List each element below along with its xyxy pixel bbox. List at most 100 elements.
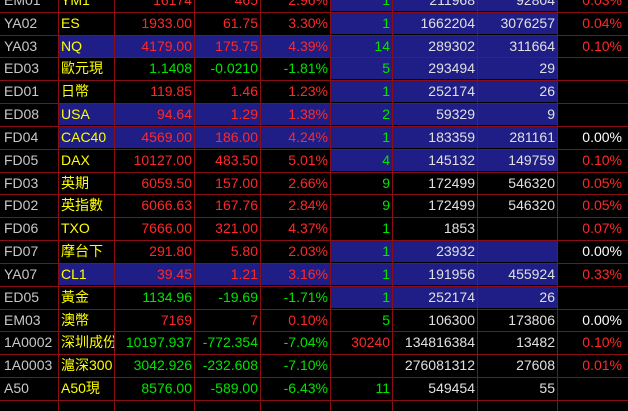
symbol-name-cell: 歐元現	[61, 60, 103, 77]
total-volume-cell: 183359	[392, 125, 477, 148]
quote-row[interactable]: FD07 摩台下 291.80 5.80 2.03% 1 23932 0.00%	[0, 240, 628, 263]
quote-row[interactable]: EM01 YM1 16174 465 2.96% 1 211968 92804 0.03%	[0, 0, 628, 11]
grid-line-vertical	[330, 0, 331, 411]
open-interest-cell	[477, 217, 557, 239]
total-volume-cell: 134816384	[404, 334, 475, 351]
change-cell: 321.00	[215, 220, 258, 237]
grid-line-vertical	[194, 0, 195, 411]
price-cell: 7666.00	[141, 220, 192, 237]
open-interest-cell: 27608	[516, 357, 555, 374]
percent-change-cell: 2.66%	[288, 174, 328, 191]
volume-cell: 14	[330, 34, 392, 57]
grid-line-horizontal	[0, 262, 628, 264]
symbol-code-cell: YA02	[4, 14, 38, 31]
quote-row[interactable]: YA03 NQ 4179.00 175.75 4.39% 14 289302 311664 0.…	[0, 34, 628, 57]
change-cell: 483.50	[215, 151, 258, 168]
quote-board: EM01 YM1 16174 465 2.96% 1 211968 92804 0.03% YA0…	[0, 0, 628, 411]
total-volume-cell: 252174	[392, 285, 477, 308]
premium-cell: 0.04%	[582, 14, 622, 31]
symbol-code-cell: FD03	[4, 174, 39, 191]
total-volume-cell: 172499	[428, 197, 475, 214]
quote-row[interactable]: ED01 日幣 119.85 1.46 1.23% 1 252174 26	[0, 80, 628, 103]
change-cell: 1.29	[194, 103, 260, 126]
total-volume-cell: 23932	[392, 240, 477, 263]
symbol-code-cell: EM03	[4, 311, 41, 328]
open-interest-cell: 546320	[508, 174, 555, 191]
quote-row[interactable]: YA02 ES 1933.00 61.75 3.30% 1 1662204 3076257 0.…	[0, 11, 628, 34]
price-cell: 39.45	[114, 262, 194, 285]
symbol-name-cell: DAX	[61, 151, 90, 168]
symbol-name-cell: 英期	[61, 174, 89, 191]
symbol-code-cell: FD07	[4, 243, 39, 260]
quote-row[interactable]: FD02 英指數 6066.63 167.76 2.84% 9 172499 546320 0.…	[0, 194, 628, 216]
symbol-name-cell: USA	[58, 103, 114, 126]
change-cell: -589.00	[210, 380, 258, 397]
percent-change-cell: 3.16%	[260, 262, 330, 285]
quote-row[interactable]: EM03 澳幣 7169 7 0.10% 5 106300 173806 0.00%	[0, 309, 628, 331]
quote-row[interactable]: ED08 USA 94.64 1.29 1.38% 2 59329 9	[0, 103, 628, 126]
symbol-code-cell: 1A0002	[4, 334, 53, 351]
volume-cell: 9	[382, 197, 390, 214]
percent-change-cell: 2.03%	[288, 243, 328, 260]
change-cell: -19.69	[218, 288, 258, 305]
symbol-name-cell: 澳幣	[61, 311, 89, 328]
volume-cell	[330, 354, 392, 376]
grid-line-vertical	[392, 0, 393, 411]
grid-line-horizontal	[0, 171, 628, 173]
price-cell: 8576.00	[141, 380, 192, 397]
symbol-name-cell: 摩台下	[61, 243, 103, 260]
volume-cell: 2	[330, 103, 392, 126]
quote-row[interactable]: FD03 英期 6059.50 157.00 2.66% 9 172499 546320 0.0…	[0, 172, 628, 194]
premium-cell: 0.00%	[582, 311, 622, 328]
open-interest-cell: 55	[539, 380, 555, 397]
percent-change-cell: -6.43%	[283, 380, 328, 397]
percent-change-cell: 1.23%	[288, 83, 328, 100]
price-cell: 1933.00	[141, 14, 192, 31]
quote-row[interactable]: FD06 TXO 7666.00 321.00 4.37% 1 1853 0.07%	[0, 217, 628, 239]
quote-row[interactable]: 1A0002 深圳成份 10197.937 -772.354 -7.04% 30240 13…	[0, 331, 628, 353]
premium-cell: 0.05%	[582, 174, 622, 191]
change-cell: 61.75	[222, 14, 258, 31]
grid-line-horizontal	[0, 194, 628, 196]
change-cell: 175.75	[194, 34, 260, 57]
price-cell: 291.80	[149, 243, 192, 260]
quote-row[interactable]: A50 A50現 8576.00 -589.00 -6.43% 11 549454 55	[0, 377, 628, 399]
change-cell: 1.46	[230, 83, 258, 100]
volume-cell: 1	[330, 285, 392, 308]
volume-cell: 9	[382, 174, 390, 191]
percent-change-cell: -7.04%	[283, 334, 328, 351]
grid-line-horizontal	[0, 57, 628, 59]
total-volume-cell: 172499	[428, 174, 475, 191]
quote-row[interactable]: ED05 黃金 1134.96 -19.69 -1.71% 1 252174 26	[0, 285, 628, 308]
price-cell: 1134.96	[142, 288, 192, 305]
open-interest-cell: 455924	[477, 262, 557, 285]
grid-line-horizontal	[0, 285, 628, 287]
price-cell: 3042.926	[133, 357, 192, 374]
premium-cell	[557, 377, 628, 399]
premium-cell: 0.10%	[582, 151, 622, 168]
quote-row[interactable]: ED03 歐元現 1.1408 -0.0210 -1.81% 5 293494 29	[0, 57, 628, 80]
percent-change-cell: 3.30%	[288, 14, 328, 31]
open-interest-cell: 149759	[477, 148, 557, 171]
open-interest-cell: 173806	[508, 311, 555, 328]
price-cell: 1.1408	[149, 60, 192, 77]
symbol-code-cell: ED05	[4, 288, 40, 305]
premium-cell: 0.05%	[582, 197, 622, 214]
total-volume-cell: 252174	[392, 80, 477, 103]
quote-row[interactable]: 1A0003 滬深300 3042.926 -232.608 -7.10% 2760813…	[0, 354, 628, 376]
quote-row[interactable]: FD05 DAX 10127.00 483.50 5.01% 4 145132 149759 0…	[0, 148, 628, 171]
symbol-name-cell: 英指數	[61, 197, 103, 214]
symbol-code-cell: FD02	[4, 197, 39, 214]
total-volume-cell: 145132	[392, 148, 477, 171]
open-interest-cell: 9	[477, 103, 557, 126]
grid-line-horizontal	[0, 217, 628, 219]
symbol-name-cell: 滬深300	[61, 357, 113, 374]
quote-row[interactable]: FD04 CAC40 4569.00 186.00 4.24% 1 183359 281161…	[0, 125, 628, 148]
price-cell: 6066.63	[141, 197, 192, 214]
grid-line-horizontal	[0, 125, 628, 127]
volume-cell: 4	[330, 148, 392, 171]
symbol-code-cell: FD04	[4, 128, 39, 145]
grid-line-horizontal	[0, 103, 628, 105]
change-cell: 167.76	[215, 197, 258, 214]
quote-row[interactable]: YA07 CL1 39.45 1.21 3.16% 1 191956 455924 0.33%	[0, 262, 628, 285]
